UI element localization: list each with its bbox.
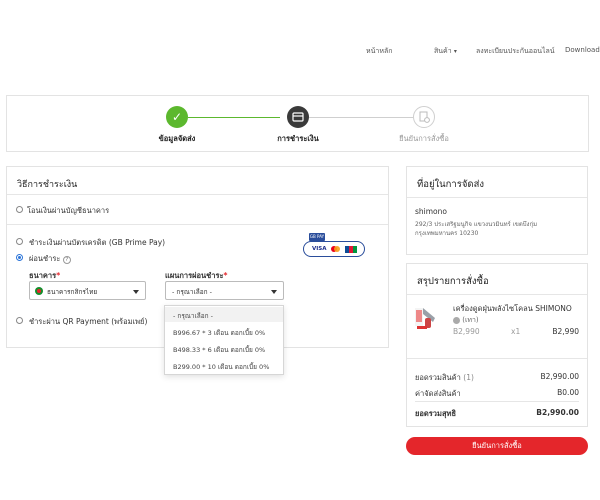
- divider: [7, 194, 388, 195]
- step-label-confirm: ยืนยันการสั่งซื้อ: [399, 134, 449, 143]
- shipping-fee-label: ค่าจัดส่งสินค้า: [415, 389, 461, 398]
- step-connector-pending: [309, 117, 413, 118]
- divider: [7, 224, 388, 225]
- product-unit-price: B2,990: [453, 327, 480, 336]
- shipping-fee-row: ค่าจัดส่งสินค้า B0.00: [415, 388, 579, 400]
- gbpay-logo: GB PAY: [309, 233, 325, 241]
- subtotal-label: ยอดรวมสินค้า: [415, 373, 461, 382]
- step-confirm: [413, 106, 435, 128]
- plan-option[interactable]: B299.00 * 10 เดือน ดอกเบี้ย 0%: [173, 362, 269, 372]
- installment-plan-select[interactable]: - กรุณาเลือก -: [165, 281, 284, 300]
- qr-payment-label[interactable]: ชำระผ่าน QR Payment (พร้อมเพย์): [29, 316, 147, 328]
- nav-download[interactable]: Download: [565, 46, 600, 54]
- bank-transfer-label[interactable]: โอนเงินผ่านบัญชีธนาคาร: [27, 205, 109, 217]
- subtotal-value: B2,990.00: [540, 372, 579, 381]
- nav-warranty-register[interactable]: ลงทะเบียนประกันออนไลน์: [476, 46, 555, 57]
- wallet-icon: [292, 112, 304, 122]
- credit-card-label[interactable]: ชำระเงินผ่านบัตรเครดิต (GB Prime Pay): [29, 237, 165, 249]
- help-icon[interactable]: ?: [62, 256, 71, 264]
- required-mark: *: [223, 271, 228, 280]
- visa-logo: VISA: [312, 246, 327, 252]
- nav-products-label: สินค้า: [434, 47, 452, 55]
- grand-total-row: ยอดรวมสุทธิ B2,990.00: [415, 408, 579, 420]
- shipping-title: ที่อยู่ในการจัดส่ง: [417, 179, 485, 190]
- divider: [407, 197, 587, 198]
- radio-credit-card[interactable]: [16, 238, 23, 245]
- nav-home[interactable]: หน้าหลัก: [366, 46, 392, 57]
- receipt-icon: [419, 111, 430, 123]
- divider: [407, 358, 587, 359]
- recipient-name: shimono: [415, 207, 447, 216]
- installment-text: ผ่อนชำระ: [29, 254, 61, 263]
- jcb-logo: [345, 246, 357, 253]
- installment-label[interactable]: ผ่อนชำระ ?: [29, 253, 71, 265]
- confirm-order-button[interactable]: ยืนยันการสั่งซื้อ: [406, 437, 588, 455]
- product-variant: (เทา): [453, 315, 479, 326]
- step-connector-done: [188, 117, 280, 118]
- bank-selected-value: ธนาคารกสิกรไทย: [47, 288, 98, 296]
- product-qty: x1: [511, 327, 521, 336]
- shipping-address-panel: ที่อยู่ในการจัดส่ง shimono 292/3 ประเสริ…: [406, 166, 588, 255]
- product-color: (เทา): [462, 316, 479, 324]
- subtotal-count: (1): [463, 373, 474, 382]
- color-swatch-icon: [453, 316, 460, 324]
- step-shipping-info: ✓: [166, 106, 188, 128]
- radio-bank-transfer[interactable]: [16, 206, 23, 213]
- product-image: [415, 304, 437, 332]
- bank-select[interactable]: ธนาคารกสิกรไทย: [29, 281, 146, 300]
- plan-option[interactable]: B498.33 * 6 เดือน ดอกเบี้ย 0%: [173, 345, 265, 355]
- chevron-down-icon: [271, 290, 277, 294]
- chevron-down-icon: [133, 290, 139, 294]
- order-summary-title: สรุปรายการสั่งซื้อ: [417, 276, 489, 287]
- grand-total-label: ยอดรวมสุทธิ: [415, 409, 457, 418]
- shipping-fee-value: B0.00: [557, 388, 579, 397]
- product-name[interactable]: เครื่องดูดฝุ่นพลังไซโคลน SHIMONO: [453, 303, 572, 315]
- step-payment: [287, 106, 309, 128]
- subtotal-row: ยอดรวมสินค้า (1) B2,990.00: [415, 372, 579, 384]
- product-line-total: B2,990: [552, 327, 579, 336]
- divider: [407, 294, 587, 295]
- plan-label-text: แผนการผ่อนชำระ: [165, 271, 224, 280]
- payment-title: วิธีการชำระเงิน: [17, 180, 78, 190]
- grand-total-value: B2,990.00: [536, 408, 579, 417]
- installment-plan-dropdown: - กรุณาเลือก - B996.67 * 3 เดือน ดอกเบี้…: [164, 305, 284, 375]
- address-line-2: กรุงเทพมหานคร 10230: [415, 230, 479, 237]
- step-label-shipping: ข้อมูลจัดส่ง: [158, 134, 196, 143]
- mastercard-logo: [331, 246, 340, 252]
- radio-qr-payment[interactable]: [16, 317, 23, 324]
- plan-selected-value: - กรุณาเลือก -: [172, 288, 212, 296]
- required-mark: *: [56, 271, 61, 280]
- order-summary-panel: สรุปรายการสั่งซื้อ เครื่องดูดฝุ่นพลังไซโ…: [406, 263, 588, 427]
- plan-option[interactable]: - กรุณาเลือก -: [173, 311, 213, 321]
- check-icon: ✓: [171, 110, 183, 124]
- radio-installment[interactable]: [16, 254, 23, 261]
- bank-label-text: ธนาคาร: [29, 271, 57, 280]
- divider: [415, 401, 579, 402]
- plan-option[interactable]: B996.67 * 3 เดือน ดอกเบี้ย 0%: [173, 328, 265, 338]
- checkout-stepper: ✓ ข้อมูลจัดส่ง การชำระเงิน ยืนยันการสั่ง…: [6, 95, 589, 152]
- step-label-payment: การชำระเงิน: [277, 134, 319, 143]
- chevron-down-icon: ▾: [453, 48, 457, 55]
- nav-products[interactable]: สินค้า ▾: [434, 46, 457, 57]
- card-logos: GB PAY VISA: [303, 233, 365, 259]
